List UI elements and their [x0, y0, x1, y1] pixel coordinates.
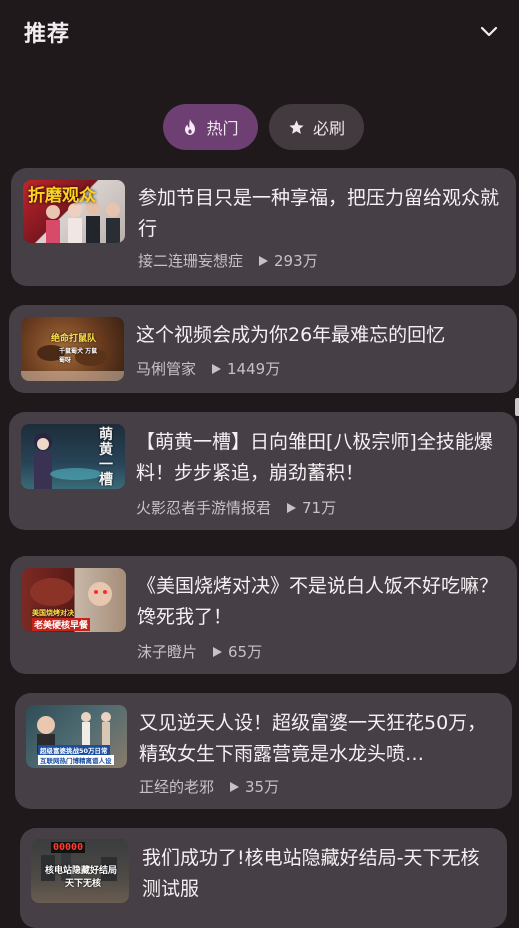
- play-icon: [213, 646, 223, 657]
- play-icon: [287, 502, 297, 513]
- video-thumbnail: 超级富婆挑战50万日常 互联网热门博精离谱人设: [26, 705, 127, 768]
- tab-hot[interactable]: 热门: [163, 104, 258, 150]
- thumbnail-subcaption: 互联网热门博精离谱人设: [38, 755, 114, 765]
- video-author: 火影忍者手游情报君: [136, 499, 272, 517]
- video-title: 又见逆天人设！超级富婆一天狂花50万，精致女生下雨露营竟是水龙头喷…: [139, 712, 487, 765]
- thumbnail-caption: 折磨观众: [28, 186, 96, 206]
- thumbnail-subcaption: 天下无核: [65, 879, 102, 889]
- video-meta: 正经的老邪 35万: [139, 776, 279, 797]
- thumbnail-subcaption: 老美硬核早餐: [32, 618, 91, 631]
- video-meta: 马俐管家 1449万: [136, 358, 280, 379]
- scroll-edge-handle[interactable]: [515, 398, 519, 416]
- video-thumbnail: 绝命打鼠队 千鼠蜀犬 万鼠蜀呀: [21, 317, 124, 381]
- thumbnail-caption: 超级富婆挑战50万日常: [38, 745, 110, 755]
- thumbnail-counter: 00000: [51, 842, 86, 853]
- video-card[interactable]: 萌黄一槽 【萌黄一槽】日向雏田[八极宗师]全技能爆料！步步紧追，崩劲蓄积！ 火影…: [9, 412, 517, 530]
- play-icon: [259, 255, 269, 266]
- play-icon: [230, 781, 240, 792]
- video-title: 【萌黄一槽】日向雏田[八极宗师]全技能爆料！步步紧追，崩劲蓄积！: [136, 431, 493, 484]
- thumbnail-caption: 绝命打鼠队: [51, 334, 97, 344]
- thumbnail-caption: 美国烧烤对决: [32, 609, 74, 617]
- video-title: 我们成功了!核电站隐藏好结局-天下无核 测试服: [142, 847, 480, 900]
- tab-hot-label: 热门: [206, 119, 239, 138]
- video-card[interactable]: 绝命打鼠队 千鼠蜀犬 万鼠蜀呀 这个视频会成为你26年最难忘的回忆 马俐管家 1…: [9, 305, 517, 393]
- flame-icon: [185, 119, 196, 135]
- video-views: 65万: [228, 643, 263, 661]
- video-thumbnail: 折磨观众: [23, 180, 125, 243]
- thumbnail-caption: 萌黄一槽: [99, 427, 113, 488]
- video-author: 马俐管家: [136, 360, 197, 378]
- video-title: 参加节目只是一种享福，把压力留给观众就行: [138, 187, 500, 240]
- star-icon: [289, 119, 304, 134]
- video-meta: 沫子瞪片 65万: [137, 641, 262, 662]
- video-views: 35万: [245, 778, 280, 796]
- video-author: 正经的老邪: [139, 778, 215, 796]
- video-title: 《美国烧烤对决》不是说白人饭不好吃嘛？馋死我了！: [137, 575, 499, 628]
- video-card[interactable]: 美国烧烤对决 老美硬核早餐 《美国烧烤对决》不是说白人饭不好吃嘛？馋死我了！ 沫…: [10, 556, 517, 674]
- video-meta: 接二连珊妄想症 293万: [138, 250, 318, 271]
- video-thumbnail: 00000 核电站隐藏好结局 天下无核: [31, 839, 129, 903]
- video-author: 接二连珊妄想症: [138, 252, 244, 270]
- thumbnail-subcaption: 千鼠蜀犬 万鼠蜀呀: [59, 348, 98, 364]
- video-thumbnail: 美国烧烤对决 老美硬核早餐: [22, 568, 126, 632]
- tab-must-watch-label: 必刷: [312, 119, 345, 138]
- video-views: 71万: [302, 499, 337, 517]
- video-card[interactable]: 折磨观众 参加节目只是一种享福，把压力留给观众就行 接二连珊妄想症 293万: [11, 168, 516, 286]
- tab-must-watch[interactable]: 必刷: [269, 104, 364, 150]
- video-thumbnail: 萌黄一槽: [21, 424, 125, 489]
- video-card[interactable]: 超级富婆挑战50万日常 互联网热门博精离谱人设 又见逆天人设！超级富婆一天狂花5…: [15, 693, 512, 809]
- page-title: 推荐: [24, 22, 71, 47]
- video-views: 293万: [274, 252, 318, 270]
- video-views: 1449万: [227, 360, 281, 378]
- thumbnail-caption: 核电站隐藏好结局: [45, 866, 118, 876]
- header: 推荐: [0, 0, 519, 64]
- chevron-down-icon[interactable]: [478, 20, 500, 42]
- video-card[interactable]: 00000 核电站隐藏好结局 天下无核 我们成功了!核电站隐藏好结局-天下无核 …: [20, 828, 507, 928]
- video-meta: 火影忍者手游情报君 71万: [136, 497, 336, 518]
- video-author: 沫子瞪片: [137, 643, 198, 661]
- category-tabs: 热门 必刷: [0, 104, 519, 150]
- video-title: 这个视频会成为你26年最难忘的回忆: [136, 324, 446, 346]
- play-icon: [212, 363, 222, 374]
